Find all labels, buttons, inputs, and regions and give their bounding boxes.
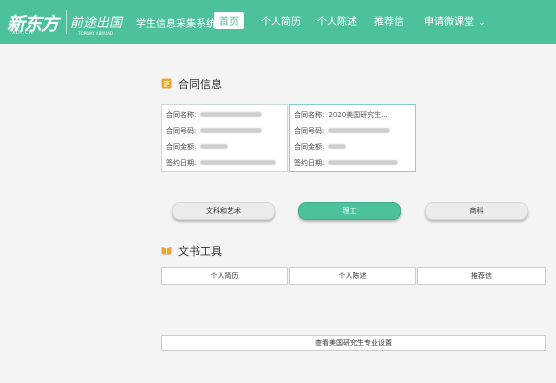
- redacted-value: [328, 128, 391, 133]
- topway-logo: 前途出国: [70, 16, 123, 31]
- category-arts-button[interactable]: 文科和艺术: [172, 202, 275, 220]
- view-major-settings-button[interactable]: 查看美国研究生专业设置: [161, 335, 546, 351]
- xdf-logo-sub: XDF.CN: [12, 30, 34, 36]
- nav-resume[interactable]: 个人简历: [261, 13, 301, 28]
- contract-date-row: 签约日期:: [294, 158, 399, 168]
- redacted-value: [200, 128, 263, 133]
- system-title: 学生信息采集系统: [136, 19, 216, 30]
- contract-amount-row: 合同金额:: [166, 142, 229, 152]
- contract-amount-label: 合同金额:: [166, 143, 197, 151]
- tools-section-header: 文书工具: [161, 243, 222, 259]
- nav-recommendation[interactable]: 推荐信: [374, 13, 404, 28]
- redacted-value: [200, 144, 229, 149]
- redacted-value: [328, 144, 347, 149]
- contract-amount-label: 合同金额:: [294, 143, 325, 151]
- contract-date-label: 签约日期:: [166, 159, 197, 167]
- contract-section-title: 合同信息: [178, 78, 222, 91]
- nav-micro-class-label: 申请微课堂: [424, 17, 474, 28]
- top-nav-bar: 新东方 XDF.CN 前途出国 TOPWAY ABROAD 学生信息采集系统 首…: [0, 0, 556, 44]
- nav-micro-class[interactable]: 申请微课堂 ⌄: [424, 13, 486, 28]
- redacted-value: [200, 112, 263, 117]
- redacted-value: [200, 160, 277, 165]
- contract-date-label: 签约日期:: [294, 159, 325, 167]
- category-science-button[interactable]: 理工: [298, 202, 401, 220]
- contract-section-header: 合同信息: [161, 76, 222, 92]
- contract-card[interactable]: 合同名称: 合同号码: 合同金额: 签约日期:: [161, 104, 288, 172]
- contract-date-row: 签约日期:: [166, 158, 277, 168]
- recommendation-tool-button[interactable]: 推荐信: [417, 267, 546, 285]
- document-icon: [161, 78, 172, 89]
- tools-section-title: 文书工具: [178, 245, 222, 258]
- nav-personal-statement[interactable]: 个人陈述: [317, 13, 357, 28]
- contract-name-row: 合同名称:: [166, 110, 263, 120]
- contract-number-label: 合同号码:: [294, 127, 325, 135]
- contract-card-selected[interactable]: 合同名称: 2020美国研究生... 合同号码: 合同金额: 签约日期:: [289, 104, 416, 172]
- redacted-value: [328, 160, 399, 165]
- book-icon: [161, 247, 172, 255]
- topway-logo-sub: TOPWAY ABROAD: [78, 31, 114, 36]
- contract-name-label: 合同名称:: [294, 111, 325, 119]
- contract-name-label: 合同名称:: [166, 111, 197, 119]
- contract-amount-row: 合同金额:: [294, 142, 347, 152]
- nav-home[interactable]: 首页: [214, 12, 244, 29]
- category-business-button[interactable]: 商科: [425, 202, 528, 220]
- chevron-down-icon: ⌄: [478, 18, 486, 28]
- contract-number-row: 合同号码:: [166, 126, 263, 136]
- contract-number-row: 合同号码:: [294, 126, 391, 136]
- contract-number-label: 合同号码:: [166, 127, 197, 135]
- resume-tool-button[interactable]: 个人简历: [161, 267, 288, 285]
- contract-name-value: 2020美国研究生...: [328, 111, 388, 119]
- contract-name-row: 合同名称: 2020美国研究生...: [294, 110, 388, 120]
- statement-tool-button[interactable]: 个人陈述: [289, 267, 416, 285]
- logo-divider: [66, 10, 67, 34]
